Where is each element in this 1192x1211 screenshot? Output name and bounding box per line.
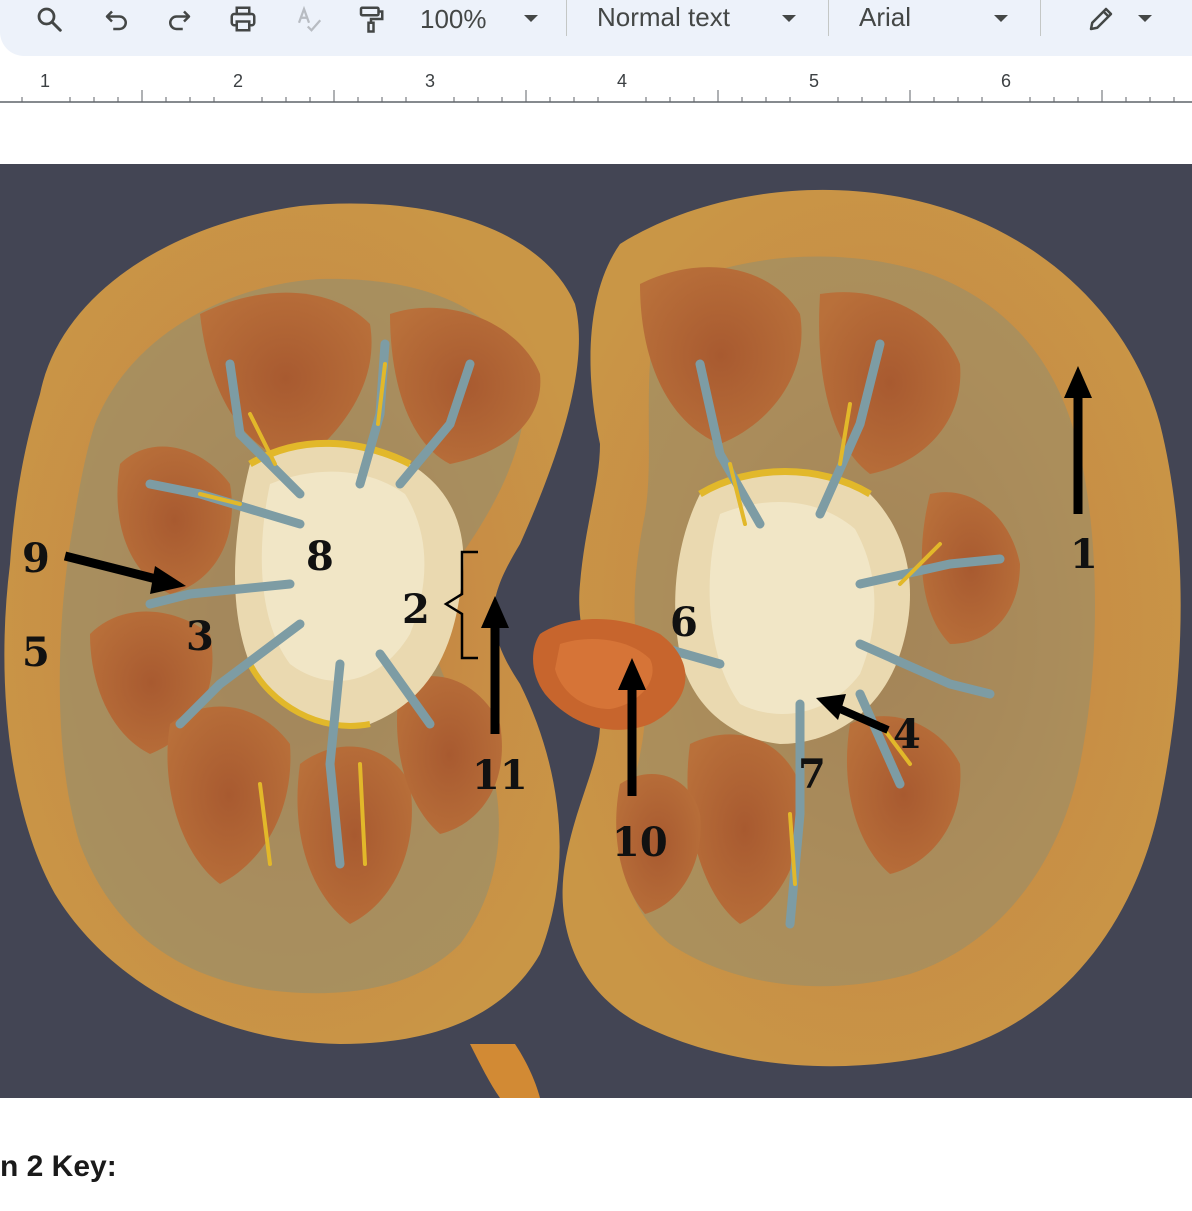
toolbar-divider: [566, 0, 567, 36]
toolbar-divider: [828, 0, 829, 36]
zoom-dropdown-icon[interactable]: [522, 10, 540, 28]
zoom-value: 100%: [420, 3, 487, 34]
redo-icon[interactable]: [162, 2, 196, 36]
label-4: 4: [893, 711, 921, 758]
ruler-mark: 1: [40, 71, 51, 91]
paragraph-style-dropdown-icon[interactable]: [780, 10, 798, 28]
label-6: 6: [670, 599, 698, 646]
ruler-mark: 2: [233, 71, 244, 91]
kidney-section-image[interactable]: 1 2 3 4 5 6 7 8 9 10 11: [0, 164, 1192, 1098]
search-icon[interactable]: [32, 2, 66, 36]
label-3: 3: [186, 613, 214, 660]
label-5: 5: [22, 629, 50, 676]
right-kidney-half: [562, 189, 1181, 1067]
undo-icon[interactable]: [100, 2, 134, 36]
ruler-mark: 4: [617, 71, 628, 91]
edit-mode-icon[interactable]: [1084, 2, 1118, 36]
label-11: 11: [472, 752, 528, 799]
print-icon[interactable]: [226, 2, 260, 36]
zoom-select[interactable]: 100%: [420, 2, 487, 36]
edit-mode-dropdown-icon[interactable]: [1136, 10, 1154, 28]
font-family-select[interactable]: Arial: [859, 0, 911, 34]
label-7: 7: [798, 751, 826, 798]
label-8: 8: [306, 533, 334, 580]
ruler-mark: 5: [809, 71, 820, 91]
ruler-mark: 3: [425, 71, 436, 91]
toolbar: 100% Normal text Arial: [0, 0, 1192, 56]
label-9: 9: [22, 535, 50, 582]
ruler-ticks: [0, 90, 1192, 103]
label-2: 2: [402, 586, 430, 633]
paragraph-style-select[interactable]: Normal text: [597, 0, 730, 34]
paragraph-style-value: Normal text: [597, 1, 730, 32]
label-1: 1: [1070, 531, 1098, 578]
spellcheck-icon[interactable]: [292, 2, 326, 36]
section-key-heading: n 2 Key:: [0, 1150, 117, 1183]
label-10: 10: [612, 819, 668, 866]
font-family-dropdown-icon[interactable]: [992, 10, 1010, 28]
font-family-value: Arial: [859, 1, 912, 32]
document-page[interactable]: 1 2 3 4 5 6 7 8 9 10 11 n 2 Key:: [0, 104, 1192, 1211]
paint-format-icon[interactable]: [354, 2, 388, 36]
toolbar-divider: [1040, 0, 1041, 36]
ruler-mark: 6: [1001, 71, 1012, 91]
horizontal-ruler[interactable]: 1 2 3 4 5 6: [0, 56, 1192, 104]
